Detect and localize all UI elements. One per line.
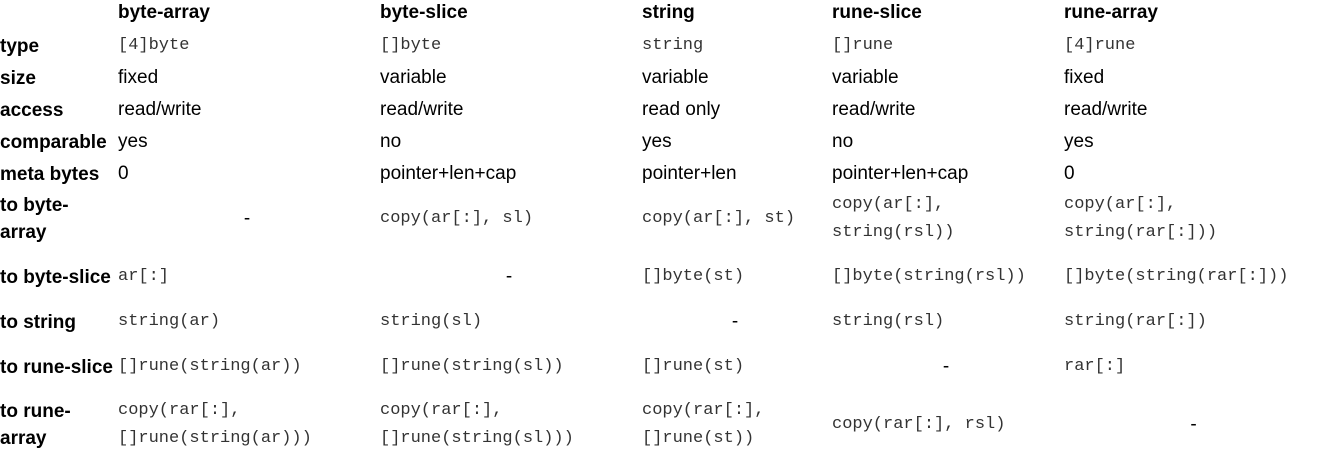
table-row-size: size fixed variable variable variable fi… [0,62,1327,94]
table-cell: fixed [118,67,159,88]
table-cell: - [505,266,513,287]
table-row-to-rune-slice: to rune-slice []rune(string(ar)) []rune(… [0,338,1327,396]
table-cell: ar[:] [118,267,170,286]
table-cell: copy(rar[:], []rune(string(sl))) [380,401,574,448]
table-row-type: type [4]byte []byte string []rune [4]run… [0,30,1327,62]
table-row-to-byte-array: to byte-array - copy(ar[:], sl) copy(ar[… [0,190,1327,248]
table-cell: read/write [1064,99,1148,120]
table-cell: - [243,208,251,229]
table-cell: - [1190,414,1197,435]
table-row-access: access read/write read/write read only r… [0,94,1327,126]
header-rune-slice: rune-slice [832,2,922,23]
table-cell: read only [642,99,721,120]
table-row-to-string: to string string(ar) string(sl) - string… [0,306,1327,338]
table-row-to-rune-array: to rune-array copy(rar[:], []rune(string… [0,396,1327,454]
header-row: byte-array byte-slice string rune-slice … [0,0,1327,30]
table-cell: []rune [832,36,894,55]
header-byte-slice: byte-slice [380,2,468,23]
table-cell: []byte(st) [642,267,745,286]
row-label: to byte-slice [0,266,111,288]
row-label: meta bytes [0,163,100,185]
table-cell: string(ar) [118,312,221,331]
table-cell: pointer+len+cap [380,163,517,184]
table-cell: []rune(st) [642,357,745,376]
table-cell: []rune(string(ar)) [118,357,302,376]
table-cell: read/write [832,99,916,120]
table-cell: string(rar[:]) [1064,312,1207,331]
table-cell: rar[:] [1064,357,1126,376]
row-label: to rune-slice [0,356,113,378]
table-cell: variable [380,67,447,88]
table-cell: []byte(string(rsl)) [832,267,1026,286]
table-cell: variable [832,67,899,88]
row-label: to rune-array [0,401,71,449]
table-cell: pointer+len [642,163,737,184]
table-cell: copy(ar[:], string(rsl)) [832,195,955,242]
table-cell: copy(ar[:], st) [642,209,796,228]
conversion-table: byte-array byte-slice string rune-slice … [0,0,1327,454]
table-cell: [4]byte [118,36,190,55]
row-label: to byte-array [0,195,69,243]
table-cell: copy(rar[:], rsl) [832,415,1006,434]
table-cell: variable [642,67,709,88]
table-cell: read/write [118,99,202,120]
table-row-to-byte-slice: to byte-slice ar[:] - []byte(st) []byte(… [0,248,1327,306]
row-label: access [0,99,64,121]
row-label: to string [0,311,76,333]
table-cell: []byte [380,36,442,55]
table-cell: yes [1064,131,1094,152]
table-cell: - [942,356,950,377]
table-cell: read/write [380,99,464,120]
table-cell: []rune(string(sl)) [380,357,564,376]
row-label: type [0,35,40,57]
table-cell: string(sl) [380,312,483,331]
table-cell: string [642,36,704,55]
table-row-comparable: comparable yes no yes no yes [0,126,1327,158]
table-cell: no [380,131,402,152]
header-byte-array: byte-array [118,2,210,23]
header-corner [0,0,118,30]
row-label: size [0,67,36,89]
table-cell: no [832,131,854,152]
table-cell: string(rsl) [832,312,945,331]
table-cell: copy(rar[:], []rune(string(ar))) [118,401,312,448]
table-cell: - [731,311,739,332]
table-cell: []byte(string(rar[:])) [1064,267,1289,286]
table-cell: copy(ar[:], sl) [380,209,534,228]
header-string: string [642,2,695,23]
table-cell: yes [642,131,672,152]
row-label: comparable [0,131,107,153]
table-cell: yes [118,131,148,152]
table-cell: fixed [1064,67,1105,88]
table-cell: copy(rar[:], []rune(st)) [642,401,765,448]
table-cell: 0 [1064,163,1075,184]
header-rune-array: rune-array [1064,2,1158,23]
table-cell: [4]rune [1064,36,1136,55]
table-cell: copy(ar[:], string(rar[:])) [1064,195,1218,242]
table-cell: 0 [118,163,129,184]
table-cell: pointer+len+cap [832,163,969,184]
table-row-meta-bytes: meta bytes 0 pointer+len+cap pointer+len… [0,158,1327,190]
